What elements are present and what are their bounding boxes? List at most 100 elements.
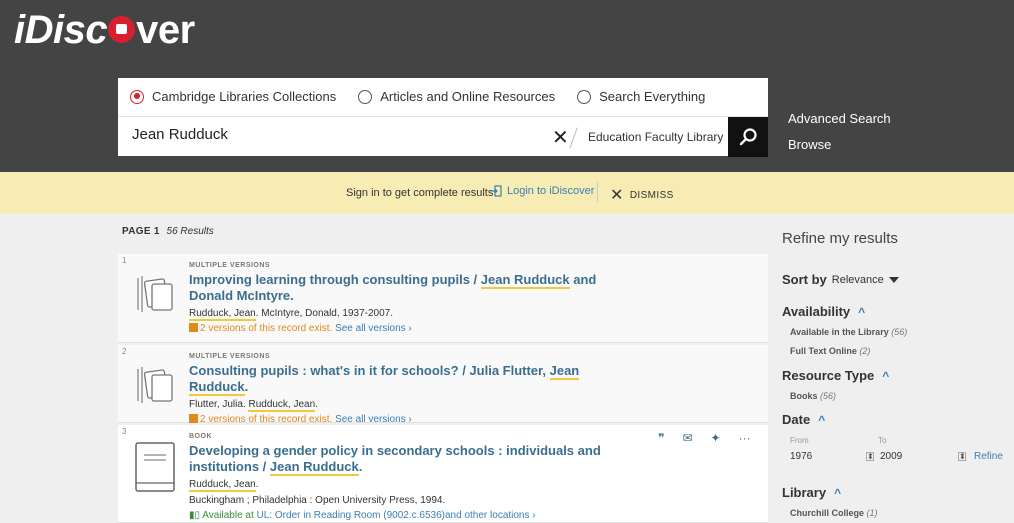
results-count: 56 Results bbox=[166, 226, 214, 237]
browse-link[interactable]: Browse bbox=[788, 132, 891, 158]
result-title[interactable]: Developing a gender policy in secondary … bbox=[189, 443, 629, 476]
facet-date-toggle[interactable]: Date ^ bbox=[782, 412, 825, 427]
login-label: Login to iDiscover bbox=[507, 185, 595, 197]
email-icon[interactable]: ✉ bbox=[682, 431, 692, 445]
author-text: . bbox=[315, 399, 318, 410]
facet-churchill-college[interactable]: Churchill College (1) bbox=[790, 508, 878, 518]
facet-library-toggle[interactable]: Library ^ bbox=[782, 485, 841, 500]
facet-count: (1) bbox=[866, 508, 878, 518]
facet-full-text-online[interactable]: Full Text Online (2) bbox=[790, 346, 870, 356]
refine-sidebar: Refine my results Sort by Relevance Avai… bbox=[782, 230, 1014, 518]
chevron-up-icon: ^ bbox=[834, 485, 842, 500]
result-body: MULTIPLE VERSIONS Consulting pupils : wh… bbox=[189, 353, 629, 426]
title-highlight: Jean Rudduck bbox=[480, 272, 570, 289]
result-title[interactable]: Improving learning through consulting pu… bbox=[189, 272, 629, 304]
author-highlight: Rudduck, Jean bbox=[248, 399, 316, 412]
author-text: . bbox=[255, 479, 259, 490]
see-all-versions-link[interactable]: See all versions › bbox=[335, 414, 412, 425]
result-item[interactable]: 2 MULTIPLE VERSIONS Consulting pupils : … bbox=[118, 345, 768, 426]
chevron-up-icon: ^ bbox=[818, 412, 826, 427]
sign-in-banner: Sign in to get complete results Login to… bbox=[0, 172, 1014, 214]
cite-icon[interactable]: ❞ bbox=[658, 431, 664, 445]
availability-status: Available at bbox=[202, 510, 254, 521]
scope-label: Search Everything bbox=[599, 89, 706, 104]
search-input[interactable] bbox=[132, 126, 532, 143]
logo-text-end: ver bbox=[136, 8, 195, 52]
facet-resource-type-toggle[interactable]: Resource Type ^ bbox=[782, 368, 889, 383]
facet-books[interactable]: Books (56) bbox=[790, 391, 836, 401]
radio-icon[interactable] bbox=[358, 89, 373, 104]
refine-date-button[interactable]: Refine bbox=[974, 451, 1003, 462]
date-from-stepper[interactable]: ⬍ bbox=[866, 452, 874, 461]
idiscover-logo[interactable]: iDisc ver bbox=[14, 8, 195, 53]
title-text: Developing a gender policy in secondary … bbox=[189, 443, 601, 474]
facet-available-library[interactable]: Available in the Library (56) bbox=[790, 327, 907, 337]
facet-availability-toggle[interactable]: Availability ^ bbox=[782, 304, 865, 319]
availability-location-link[interactable]: UL: Order in Reading Room (9002.c.6536)a… bbox=[257, 510, 536, 521]
facet-label: Churchill College bbox=[790, 508, 865, 518]
scope-radio-articles[interactable]: Articles and Online Resources bbox=[358, 89, 555, 104]
facet-label: Books bbox=[790, 391, 818, 401]
scope-radio-everything[interactable]: Search Everything bbox=[577, 89, 705, 104]
versions-icon bbox=[189, 323, 198, 332]
author-highlight: Rudduck, Jean bbox=[189, 479, 256, 492]
logo-book-icon bbox=[108, 15, 136, 43]
sort-by-select[interactable]: Sort by Relevance bbox=[782, 272, 899, 287]
facet-count: (2) bbox=[859, 346, 871, 356]
search-button[interactable] bbox=[728, 117, 768, 157]
advanced-search-link[interactable]: Advanced Search bbox=[788, 106, 891, 132]
scope-label: Cambridge Libraries Collections bbox=[152, 89, 337, 104]
result-body: MULTIPLE VERSIONS Improving learning thr… bbox=[189, 262, 629, 335]
sort-value: Relevance bbox=[831, 273, 884, 286]
facet-heading: Library bbox=[782, 485, 827, 500]
radio-selected-icon[interactable] bbox=[130, 89, 144, 104]
login-link[interactable]: Login to iDiscover bbox=[490, 185, 594, 197]
clear-icon[interactable]: ✕ bbox=[552, 125, 569, 150]
versions-text: 2 versions of this record exist. bbox=[200, 414, 333, 425]
versions-line: 2 versions of this record exist. See all… bbox=[189, 323, 629, 335]
facet-count: (56) bbox=[891, 327, 908, 337]
radio-icon[interactable] bbox=[577, 89, 592, 104]
result-authors: Flutter, Julia. Rudduck, Jean. bbox=[189, 398, 629, 412]
logo-text-start: iDisc bbox=[14, 8, 108, 52]
result-authors: Rudduck, Jean. bbox=[189, 478, 629, 492]
book-icon bbox=[135, 442, 175, 492]
search-panel: Cambridge Libraries Collections Articles… bbox=[118, 78, 768, 157]
library-icon: ▮▯ bbox=[189, 510, 201, 521]
result-type: MULTIPLE VERSIONS bbox=[189, 262, 271, 269]
date-from-label: From bbox=[790, 436, 809, 445]
author-highlight: Rudduck, Jean bbox=[189, 308, 256, 321]
date-to-input[interactable]: 2009 bbox=[880, 451, 902, 462]
search-icon bbox=[739, 128, 757, 146]
result-item[interactable]: 1 MULTIPLE VERSIONS Improving learning t… bbox=[118, 254, 768, 343]
result-title[interactable]: Consulting pupils : what's in it for sch… bbox=[189, 363, 629, 396]
facet-heading: Availability bbox=[782, 304, 851, 319]
login-icon bbox=[490, 185, 502, 197]
more-icon[interactable]: ··· bbox=[739, 431, 751, 445]
header-links: Advanced Search Browse bbox=[788, 106, 891, 158]
result-type: BOOK bbox=[189, 433, 212, 440]
header: iDisc ver Cambridge Libraries Collections… bbox=[0, 0, 1014, 172]
see-all-versions-link[interactable]: See all versions › bbox=[335, 323, 412, 334]
pin-icon[interactable]: ✦ bbox=[711, 431, 721, 445]
dismiss-button[interactable]: ✕ DISMISS bbox=[610, 185, 674, 205]
result-authors: Rudduck, Jean. McIntyre, Donald, 1937-20… bbox=[189, 307, 629, 321]
result-number: 2 bbox=[122, 347, 127, 356]
date-to-stepper[interactable]: ⬍ bbox=[958, 452, 966, 461]
title-text: . bbox=[358, 459, 363, 474]
library-select-value: Education Faculty Library bbox=[588, 130, 724, 144]
facet-label: Available in the Library bbox=[790, 327, 889, 337]
date-to-label: To bbox=[878, 436, 887, 445]
result-publisher: Buckingham ; Philadelphia : Open Univers… bbox=[189, 495, 446, 506]
result-item[interactable]: 3 BOOK Developing a gender policy in sec… bbox=[118, 425, 768, 523]
scope-label: Articles and Online Resources bbox=[380, 89, 556, 104]
divider bbox=[597, 182, 598, 202]
facet-label: Full Text Online bbox=[790, 346, 857, 356]
scope-radio-cambridge[interactable]: Cambridge Libraries Collections bbox=[130, 89, 336, 104]
library-select[interactable]: Education Faculty Library bbox=[588, 130, 740, 144]
author-text: . McIntyre, Donald, 1937-2007. bbox=[255, 308, 394, 319]
date-from-input[interactable]: 1976 bbox=[790, 451, 812, 462]
sort-label: Sort by bbox=[782, 272, 827, 287]
refine-heading: Refine my results bbox=[782, 230, 898, 247]
versions-icon bbox=[189, 414, 198, 423]
